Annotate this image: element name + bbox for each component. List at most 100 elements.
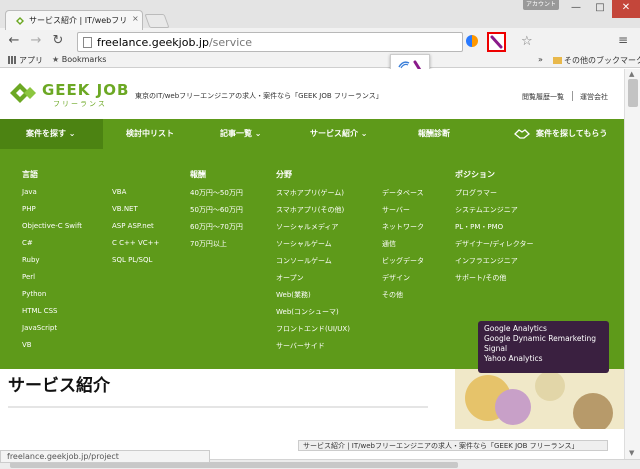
history-link[interactable]: 閲覧履歴一覧 xyxy=(522,92,564,102)
browser-chrome: アカウント — □ ✕ サービス紹介 | IT/webフリー × ← → ↻ f… xyxy=(0,0,640,68)
apps-bookmark[interactable]: アプリ xyxy=(8,55,43,66)
menu-link-field[interactable]: Web(コンシューマ) xyxy=(276,307,339,317)
tracker-item: Signal xyxy=(484,344,508,353)
menu-link-field[interactable]: ソーシャルメディア xyxy=(276,222,338,232)
forward-button[interactable]: → xyxy=(28,33,44,49)
apps-grid-icon xyxy=(8,56,16,64)
menu-link-language[interactable]: JavaScript xyxy=(22,324,57,332)
menu-link-position[interactable]: システムエンジニア xyxy=(455,205,518,215)
menu-heading-field: 分野 xyxy=(276,170,292,179)
menu-link-position[interactable]: デザイナー/ディレクター xyxy=(455,239,533,249)
menu-link-field[interactable]: オープン xyxy=(276,273,304,283)
geekjob-favicon-icon xyxy=(16,17,24,25)
browser-tab[interactable]: サービス紹介 | IT/webフリー × xyxy=(5,10,143,30)
menu-link-field[interactable]: フロントエンド(UI/UX) xyxy=(276,324,350,334)
tab-title: サービス紹介 | IT/webフリー xyxy=(29,16,127,25)
tab-close-icon[interactable]: × xyxy=(132,14,139,23)
nav-services[interactable]: サービス紹介 ⌄ xyxy=(310,119,368,149)
menu-link-pay[interactable]: 60万円〜70万円 xyxy=(190,222,243,232)
web-page: GEEK JOB フリーランス 東京のIT/webフリーエンジニアの求人・案件な… xyxy=(0,69,624,459)
tracker-item: Google Dynamic Remarketing xyxy=(484,334,596,343)
extension-icon[interactable] xyxy=(466,35,478,47)
menu-link-field[interactable]: コンソールゲーム xyxy=(276,256,332,266)
menu-link-language[interactable]: Objective-C Swift xyxy=(22,222,82,230)
menu-link-language[interactable]: PHP xyxy=(22,205,36,213)
extension-icon-highlighted[interactable] xyxy=(487,32,506,52)
menu-link-position[interactable]: PL・PM・PMO xyxy=(455,222,503,232)
header-separator xyxy=(572,91,573,101)
menu-link-language[interactable]: HTML CSS xyxy=(22,307,57,315)
menu-link-language[interactable]: Python xyxy=(22,290,46,298)
menu-link-language[interactable]: VBA xyxy=(112,188,126,196)
site-tagline: 東京のIT/webフリーエンジニアの求人・案件なら「GEEK JOB フリーラン… xyxy=(135,92,383,100)
menu-link-position[interactable]: サポート/その他 xyxy=(455,273,506,283)
menu-link-language[interactable]: C# xyxy=(22,239,33,247)
menu-link-language[interactable]: Perl xyxy=(22,273,35,281)
minimize-button[interactable]: — xyxy=(564,0,588,18)
other-bookmarks[interactable]: その他のブックマーク xyxy=(553,55,640,66)
tracker-item: Yahoo Analytics xyxy=(484,354,543,363)
vertical-scrollbar[interactable]: ▲ ▼ xyxy=(624,69,640,459)
menu-link-language[interactable]: VB.NET xyxy=(112,205,138,213)
chrome-menu-icon[interactable]: ≡ xyxy=(618,34,630,46)
menu-link-field[interactable]: スマホアプリ(ゲーム) xyxy=(276,188,344,198)
menu-link-field[interactable]: 通信 xyxy=(382,239,396,249)
menu-heading-position: ポジション xyxy=(455,170,495,179)
operator-link[interactable]: 運営会社 xyxy=(580,92,608,102)
scrollbar-thumb[interactable] xyxy=(628,79,638,107)
handshake-icon xyxy=(514,129,530,139)
menu-link-field[interactable]: サーバーサイド xyxy=(276,341,325,351)
menu-link-field[interactable]: ネットワーク xyxy=(382,222,424,232)
menu-link-field[interactable]: ソーシャルゲーム xyxy=(276,239,332,249)
menu-link-field[interactable]: Web(業務) xyxy=(276,290,311,300)
menu-heading-pay: 報酬 xyxy=(190,170,206,179)
menu-link-language[interactable]: ASP ASP.net xyxy=(112,222,154,230)
menu-link-pay[interactable]: 40万円〜50万円 xyxy=(190,188,243,198)
logo-subtitle: フリーランス xyxy=(53,100,107,108)
close-window-button[interactable]: ✕ xyxy=(612,0,640,18)
menu-heading-language: 言語 xyxy=(22,170,38,179)
status-bar-url: freelance.geekjob.jp/project xyxy=(0,450,210,463)
title-divider xyxy=(8,406,428,408)
folder-icon xyxy=(553,57,562,64)
menu-link-language[interactable]: C C++ VC++ xyxy=(112,239,159,247)
nav-request-search[interactable]: 案件を探してもらう xyxy=(536,119,607,149)
bookmarks-overflow[interactable]: » xyxy=(538,55,543,64)
menu-link-field[interactable]: スマホアプリ(その他) xyxy=(276,205,344,215)
account-button[interactable]: アカウント xyxy=(523,0,559,10)
back-button[interactable]: ← xyxy=(6,33,22,49)
reload-button[interactable]: ↻ xyxy=(50,33,66,49)
menu-link-field[interactable]: データベース xyxy=(382,188,424,198)
menu-link-language[interactable]: Ruby xyxy=(22,256,40,264)
tracker-item: Google Analytics xyxy=(484,324,547,333)
menu-link-language[interactable]: VB xyxy=(22,341,32,349)
bookmarks-folder[interactable]: ★ Bookmarks xyxy=(52,55,106,64)
scroll-down-icon[interactable]: ▼ xyxy=(629,449,634,457)
bookmark-star-icon[interactable]: ☆ xyxy=(521,34,533,49)
browser-toolbar: ← → ↻ freelance.geekjob.jp/service ☆ ≡ xyxy=(0,30,640,54)
address-bar[interactable]: freelance.geekjob.jp/service ☆ xyxy=(77,32,533,52)
menu-link-field[interactable]: デザイン xyxy=(382,273,410,283)
menu-link-language[interactable]: SQL PL/SQL xyxy=(112,256,152,264)
geekjob-logo-icon[interactable] xyxy=(8,81,38,105)
page-title: サービス紹介 xyxy=(8,376,110,396)
tracker-tooltip: Google Analytics Google Dynamic Remarket… xyxy=(478,321,609,373)
nav-watchlist[interactable]: 検討中リスト xyxy=(126,119,174,149)
hero-photo xyxy=(455,369,624,429)
menu-link-position[interactable]: プログラマー xyxy=(455,188,497,198)
main-navigation: 案件を探す ⌄ 検討中リスト 記事一覧 ⌄ サービス紹介 ⌄ 報酬診断 案件を探… xyxy=(0,119,624,149)
ghostery-page-title-bar: サービス紹介 | IT/webフリーエンジニアの求人・案件なら「GEEK JOB… xyxy=(298,440,608,451)
menu-link-field[interactable]: ビッグデータ xyxy=(382,256,424,266)
menu-link-language[interactable]: Java xyxy=(22,188,37,196)
maximize-button[interactable]: □ xyxy=(588,0,612,18)
menu-link-pay[interactable]: 70万円以上 xyxy=(190,239,227,249)
menu-link-pay[interactable]: 50万円〜60万円 xyxy=(190,205,243,215)
nav-find-jobs[interactable]: 案件を探す ⌄ xyxy=(0,119,103,149)
scroll-up-icon[interactable]: ▲ xyxy=(629,70,634,78)
menu-link-field[interactable]: サーバー xyxy=(382,205,410,215)
menu-link-position[interactable]: インフラエンジニア xyxy=(455,256,518,266)
menu-link-field[interactable]: その他 xyxy=(382,290,403,300)
logo-text[interactable]: GEEK JOB xyxy=(42,81,129,99)
nav-pay-diagnosis[interactable]: 報酬診断 xyxy=(418,119,450,149)
nav-articles[interactable]: 記事一覧 ⌄ xyxy=(220,119,262,149)
